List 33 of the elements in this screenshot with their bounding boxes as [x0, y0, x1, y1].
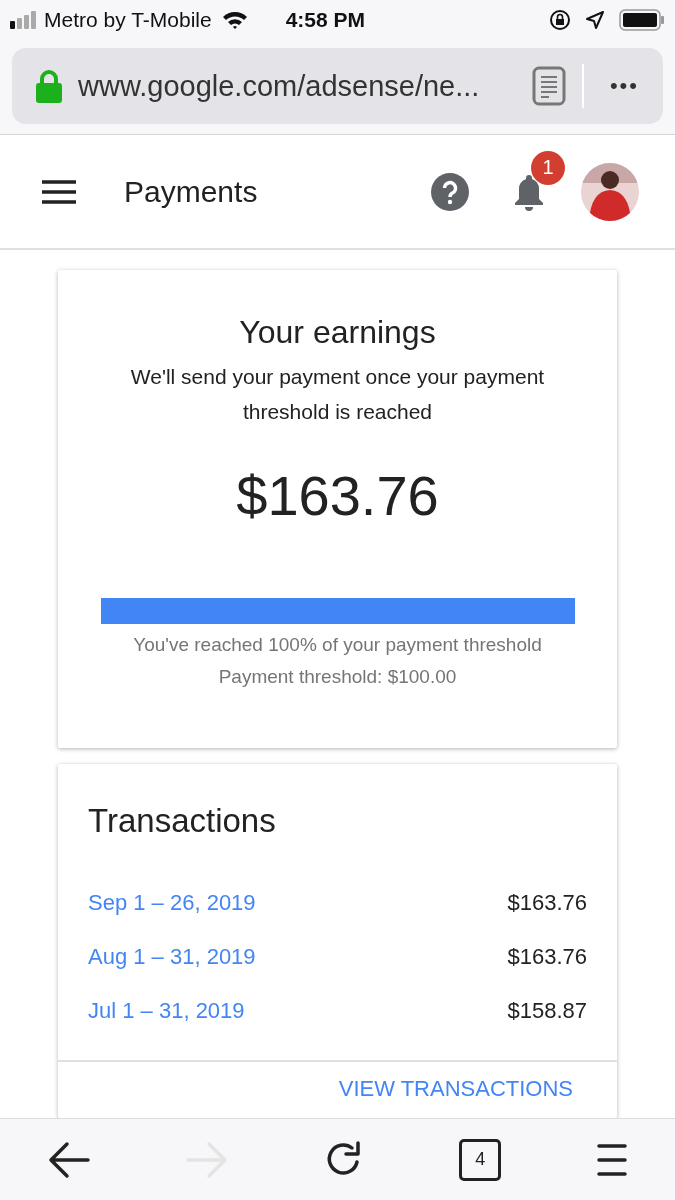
page-title: Payments [124, 174, 259, 209]
threshold-reached-text: You've reached 100% of your payment threshold [133, 634, 542, 656]
transaction-amount: $163.76 [507, 944, 587, 970]
card-title: Transactions [87, 801, 277, 841]
carrier-name: Metro by T-Mobile [44, 8, 212, 32]
period-link[interactable]: Aug 1 – 31, 2019 [88, 944, 256, 970]
help-icon[interactable] [431, 172, 469, 211]
url-text: www.google.com/adsense/ne... [78, 69, 481, 103]
rotation-lock-icon [549, 9, 571, 31]
notification-badge: 1 [531, 150, 565, 185]
transaction-amount: $163.76 [507, 890, 587, 916]
earnings-subtitle: We'll send your payment once your payment threshold is reached [129, 364, 546, 425]
back-button[interactable] [48, 1140, 90, 1179]
earnings-amount: $163.76 [236, 463, 439, 528]
menu-icon[interactable] [42, 179, 76, 204]
signal-icon [10, 11, 38, 29]
lock-icon [36, 69, 62, 103]
menu-button[interactable] [597, 1141, 627, 1178]
battery-icon [619, 9, 665, 31]
transaction-amount: $158.87 [507, 998, 587, 1024]
period-link[interactable]: Jul 1 – 31, 2019 [88, 998, 245, 1024]
reader-icon[interactable] [531, 66, 566, 106]
bell-icon[interactable] [513, 172, 545, 211]
card-title: Your earnings [239, 314, 436, 351]
location-icon [585, 10, 605, 30]
more-button[interactable]: ••• [599, 73, 649, 99]
tabs-button[interactable]: 4 [459, 1138, 502, 1181]
period-link[interactable]: Sep 1 – 26, 2019 [88, 890, 256, 916]
address-bar[interactable]: www.google.com/adsense/ne... ••• [12, 48, 663, 124]
threshold-text: Payment threshold: $100.00 [218, 666, 457, 688]
wifi-icon [221, 10, 248, 30]
clock-time: 4:58 PM [285, 8, 366, 32]
view-transactions-button[interactable]: VIEW TRANSACTIONS [324, 1072, 587, 1106]
